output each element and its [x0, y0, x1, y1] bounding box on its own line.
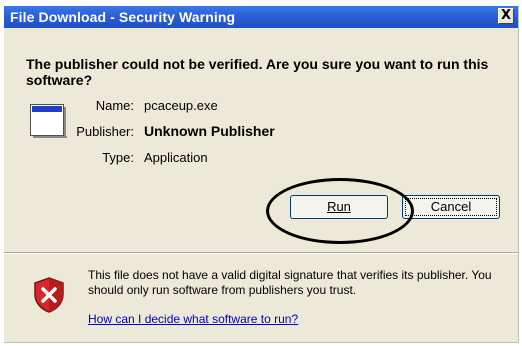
- focus-rectangle: [405, 198, 497, 216]
- window-title: File Download - Security Warning: [10, 9, 236, 25]
- close-icon: X: [500, 8, 512, 23]
- divider: [4, 252, 518, 254]
- publisher-value: Unknown Publisher: [144, 123, 275, 139]
- security-warning-dialog: File Download - Security Warning X The p…: [4, 6, 519, 343]
- cancel-button[interactable]: Cancel: [402, 195, 500, 219]
- publisher-label: Publisher:: [76, 124, 134, 139]
- type-label: Type:: [102, 150, 134, 165]
- shield-x-icon: [34, 277, 64, 313]
- security-question: The publisher could not be verified. Are…: [26, 56, 489, 88]
- file-name-value: pcaceup.exe: [144, 98, 218, 113]
- help-link[interactable]: How can I decide what software to run?: [88, 312, 298, 326]
- close-button[interactable]: X: [498, 8, 514, 24]
- highlight-circle-annotation: [266, 178, 414, 244]
- type-value: Application: [144, 150, 208, 165]
- warning-message: This file does not have a valid digital …: [88, 268, 492, 297]
- name-label: Name:: [95, 98, 134, 113]
- title-bar[interactable]: File Download - Security Warning X: [4, 6, 518, 28]
